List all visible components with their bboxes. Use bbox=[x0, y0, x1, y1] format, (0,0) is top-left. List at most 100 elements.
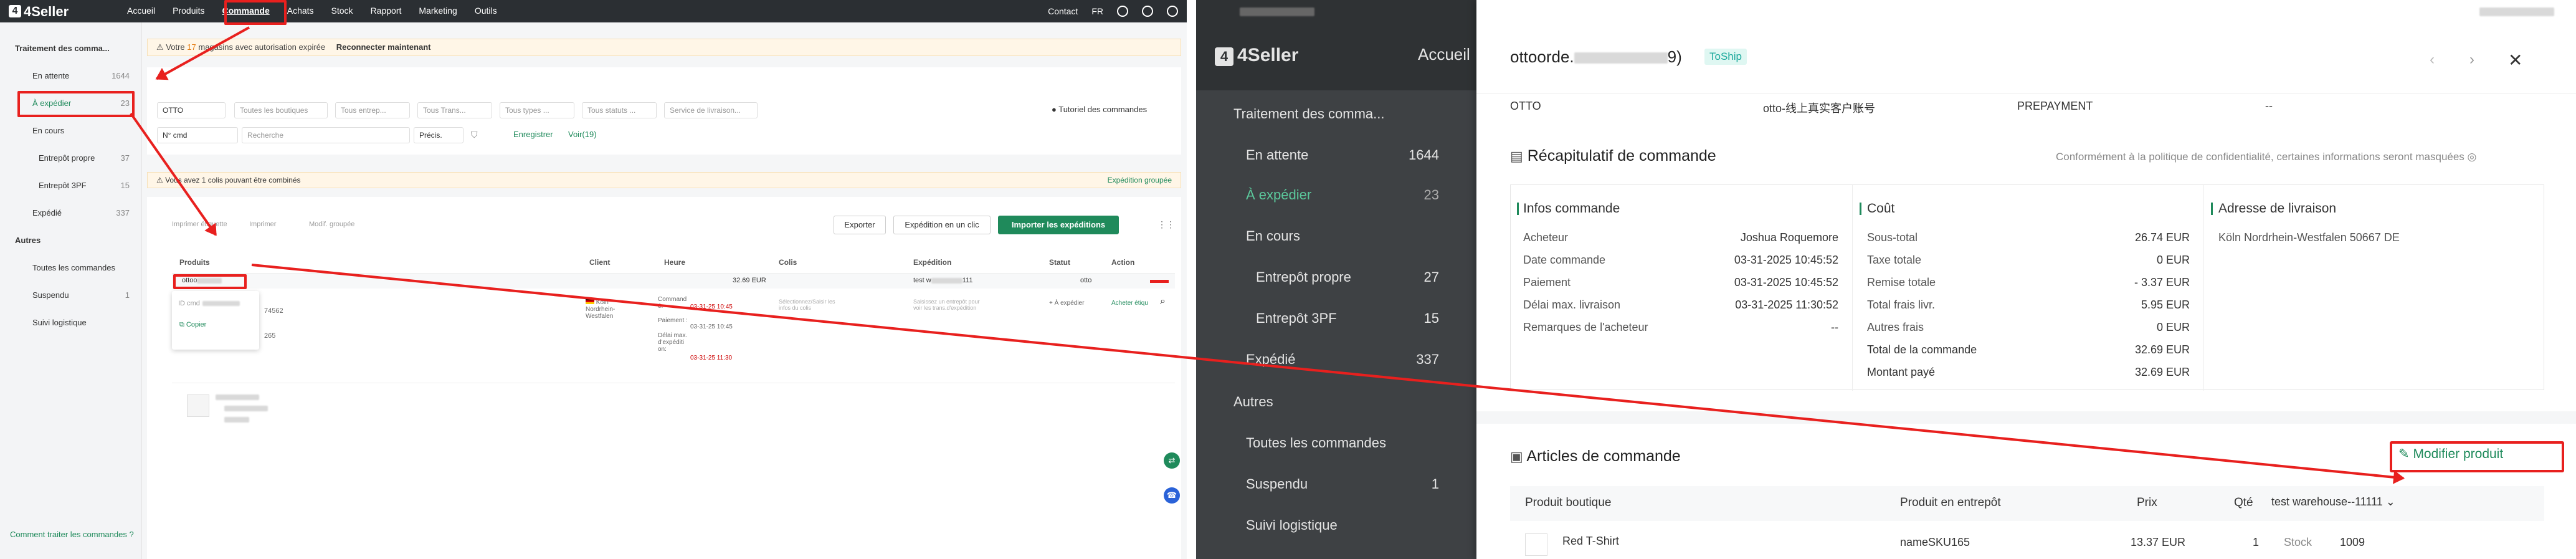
help-link[interactable]: Comment traiter les commandes ? bbox=[10, 530, 135, 539]
chat-icon[interactable]: ⇄ bbox=[1164, 452, 1180, 469]
privacy-notice: Conformément à la politique de confident… bbox=[2056, 151, 2477, 163]
contact-menu[interactable]: Contact bbox=[1048, 6, 1078, 16]
nav-produits[interactable]: Produits bbox=[164, 0, 213, 22]
filter-carrier[interactable]: Tous Trans... bbox=[417, 102, 492, 118]
user-icon[interactable] bbox=[1167, 6, 1178, 17]
modify-product-button[interactable]: ✎ Modifier produit bbox=[2398, 446, 2503, 462]
col-action: Action bbox=[1111, 258, 1135, 267]
product-image-icon bbox=[187, 394, 209, 417]
orders-panel: Imprimer étiquette Imprimer Modif. group… bbox=[147, 197, 1181, 559]
top-nav-bar: 4 4Seller Accueil Produits Commande Achat… bbox=[0, 0, 1187, 22]
expired-auth-warning: ⚠ Votre 17 magasins avec autorisation ex… bbox=[147, 39, 1181, 56]
search-input[interactable]: Recherche bbox=[242, 127, 410, 143]
buy-label-link[interactable]: Acheter étiqu bbox=[1111, 300, 1148, 307]
order-date-label: Date commande bbox=[1523, 254, 1606, 266]
platform-value: OTTO bbox=[1510, 100, 1541, 112]
shipping-fee-label: Total frais livr. bbox=[1867, 299, 1936, 311]
nav-marketing[interactable]: Marketing bbox=[410, 0, 465, 22]
sidebar-item-expedie[interactable]: Expédié 337 bbox=[32, 208, 130, 217]
save-search-link[interactable]: Enregistrer bbox=[513, 130, 553, 139]
address-value: Köln Nordrhein-Westfalen 50667 DE bbox=[2218, 231, 2400, 244]
cost-title: Coût bbox=[1867, 201, 1895, 216]
sidebar-item-entrepot-3pf[interactable]: Entrepôt 3PF 15 bbox=[39, 181, 130, 190]
masked-header bbox=[1240, 7, 1314, 16]
sidebar-item-en-cours[interactable]: En cours bbox=[32, 126, 130, 135]
filter-shops[interactable]: Toutes les boutiques bbox=[234, 102, 328, 118]
highlight-commande bbox=[224, 0, 287, 25]
nav-outils[interactable]: Outils bbox=[466, 0, 506, 22]
app-logo[interactable]: 4 4Seller bbox=[9, 4, 69, 20]
popup-id-label: ID cmd bbox=[178, 300, 240, 307]
filter-delivery-service[interactable]: Service de livraison... bbox=[664, 102, 758, 118]
main-nav: Accueil Produits Commande Achats Stock R… bbox=[118, 0, 506, 22]
stock-label: Stock bbox=[2284, 536, 2312, 548]
nav-stock[interactable]: Stock bbox=[323, 0, 362, 22]
filter-status[interactable]: Tous statuts ... bbox=[582, 102, 657, 118]
masked-product-1 bbox=[216, 394, 259, 400]
stock-value: 1009 bbox=[2340, 536, 2365, 548]
col-statut: Statut bbox=[1049, 258, 1070, 267]
close-icon[interactable]: ✕ bbox=[2508, 50, 2522, 70]
tax-label: Taxe totale bbox=[1867, 254, 1922, 266]
filter-warehouse[interactable]: Tous entrep... bbox=[335, 102, 410, 118]
prev-order-icon[interactable]: ‹ bbox=[2430, 51, 2435, 69]
address-bar bbox=[2211, 203, 2213, 215]
table-row: ottoo 32.69 EUR test w 111 otto ID cmd ⧉ … bbox=[172, 273, 1175, 378]
buyer-label: Acheteur bbox=[1523, 231, 1569, 244]
sku-partial-1: 74562 bbox=[264, 307, 283, 315]
sidebar-item-suivi-logistique[interactable]: Suivi logistique bbox=[32, 318, 130, 327]
colis-select[interactable]: Sélectionnez/Saisir les infos du colis bbox=[779, 299, 847, 311]
filter-icon[interactable]: ⛉ bbox=[471, 130, 478, 140]
dimmed-autres: Autres bbox=[1233, 394, 1273, 409]
screenshot-root: 4 4Seller Accueil Produits Commande Achat… bbox=[0, 0, 2576, 559]
reconnect-link[interactable]: Reconnecter maintenant bbox=[336, 42, 431, 52]
masked-header-right bbox=[2479, 7, 2554, 16]
col-expedition: Expédition bbox=[913, 258, 952, 267]
columns-icon[interactable]: ⋮⋮ bbox=[1157, 219, 1175, 230]
import-shipments-button[interactable]: Importer les expéditions bbox=[998, 216, 1119, 234]
col-boutique-product: Produit boutique bbox=[1525, 496, 1612, 509]
search-type-select[interactable]: N° cmd bbox=[157, 127, 238, 143]
tax-value: 0 EUR bbox=[2156, 254, 2190, 266]
sidebar-item-suspendu[interactable]: Suspendu 1 bbox=[32, 290, 130, 300]
masked-product-3 bbox=[224, 417, 249, 423]
box-icon: ▣ bbox=[1510, 449, 1523, 464]
address-title: Adresse de livraison bbox=[2218, 201, 2337, 216]
precision-select[interactable]: Précis. bbox=[414, 127, 463, 143]
notification-icon[interactable] bbox=[1117, 6, 1128, 17]
settings-icon[interactable] bbox=[1142, 6, 1153, 17]
section-gap bbox=[1476, 411, 2576, 424]
export-button[interactable]: Exporter bbox=[834, 216, 886, 234]
highlight-order-id bbox=[173, 274, 247, 289]
summary-card: Infos commande Acheteur Joshua Roquemore… bbox=[1510, 184, 2544, 391]
next-order-icon[interactable]: › bbox=[2469, 51, 2474, 69]
col-colis: Colis bbox=[779, 258, 797, 267]
nav-accueil[interactable]: Accueil bbox=[118, 0, 164, 22]
support-icon[interactable]: ☎ bbox=[1164, 487, 1180, 504]
sidebar-item-entrepot-propre[interactable]: Entrepôt propre 37 bbox=[39, 153, 130, 163]
print-button[interactable]: Imprimer bbox=[249, 221, 276, 228]
sidebar-item-en-attente[interactable]: En attente 1644 bbox=[32, 71, 130, 80]
scan-icon[interactable]: ⌕ bbox=[1160, 296, 1166, 307]
grouped-shipping-link[interactable]: Expédition groupée bbox=[1108, 173, 1172, 188]
warehouse-select[interactable]: test warehouse--11111 ⌄ bbox=[2271, 490, 2415, 514]
nav-rapport[interactable]: Rapport bbox=[362, 0, 411, 22]
filter-platform[interactable]: OTTO bbox=[157, 102, 226, 118]
sidebar-item-toutes-commandes[interactable]: Toutes les commandes bbox=[32, 263, 130, 272]
subtotal-value: 26.74 EUR bbox=[2134, 231, 2190, 244]
one-click-shipping-button[interactable]: Expédition en un clic bbox=[893, 216, 991, 234]
buyer-value: Joshua Roquemore bbox=[1740, 231, 1838, 244]
shipping-fee-value: 5.95 EUR bbox=[2141, 299, 2190, 311]
col-warehouse-product: Produit en entrepôt bbox=[1900, 496, 2001, 509]
language-menu[interactable]: FR bbox=[1091, 6, 1103, 16]
expedition-hint: Saisissez un entrepôt pour voir les tran… bbox=[913, 299, 980, 311]
tutorial-link[interactable]: ● Tutoriel des commandes bbox=[1052, 105, 1147, 114]
col-produits: Produits bbox=[179, 258, 210, 267]
view-saved-link[interactable]: Voir(19) bbox=[568, 130, 597, 139]
amount-paid-label: Montant payé bbox=[1867, 366, 1936, 378]
filter-type[interactable]: Tous types ... bbox=[500, 102, 574, 118]
other-fees-value: 0 EUR bbox=[2156, 321, 2190, 333]
eye-off-icon[interactable]: ◎ bbox=[2468, 151, 2477, 163]
bulk-modify-button[interactable]: Modif. groupée bbox=[309, 221, 354, 228]
copy-button[interactable]: ⧉ Copier bbox=[179, 321, 206, 329]
